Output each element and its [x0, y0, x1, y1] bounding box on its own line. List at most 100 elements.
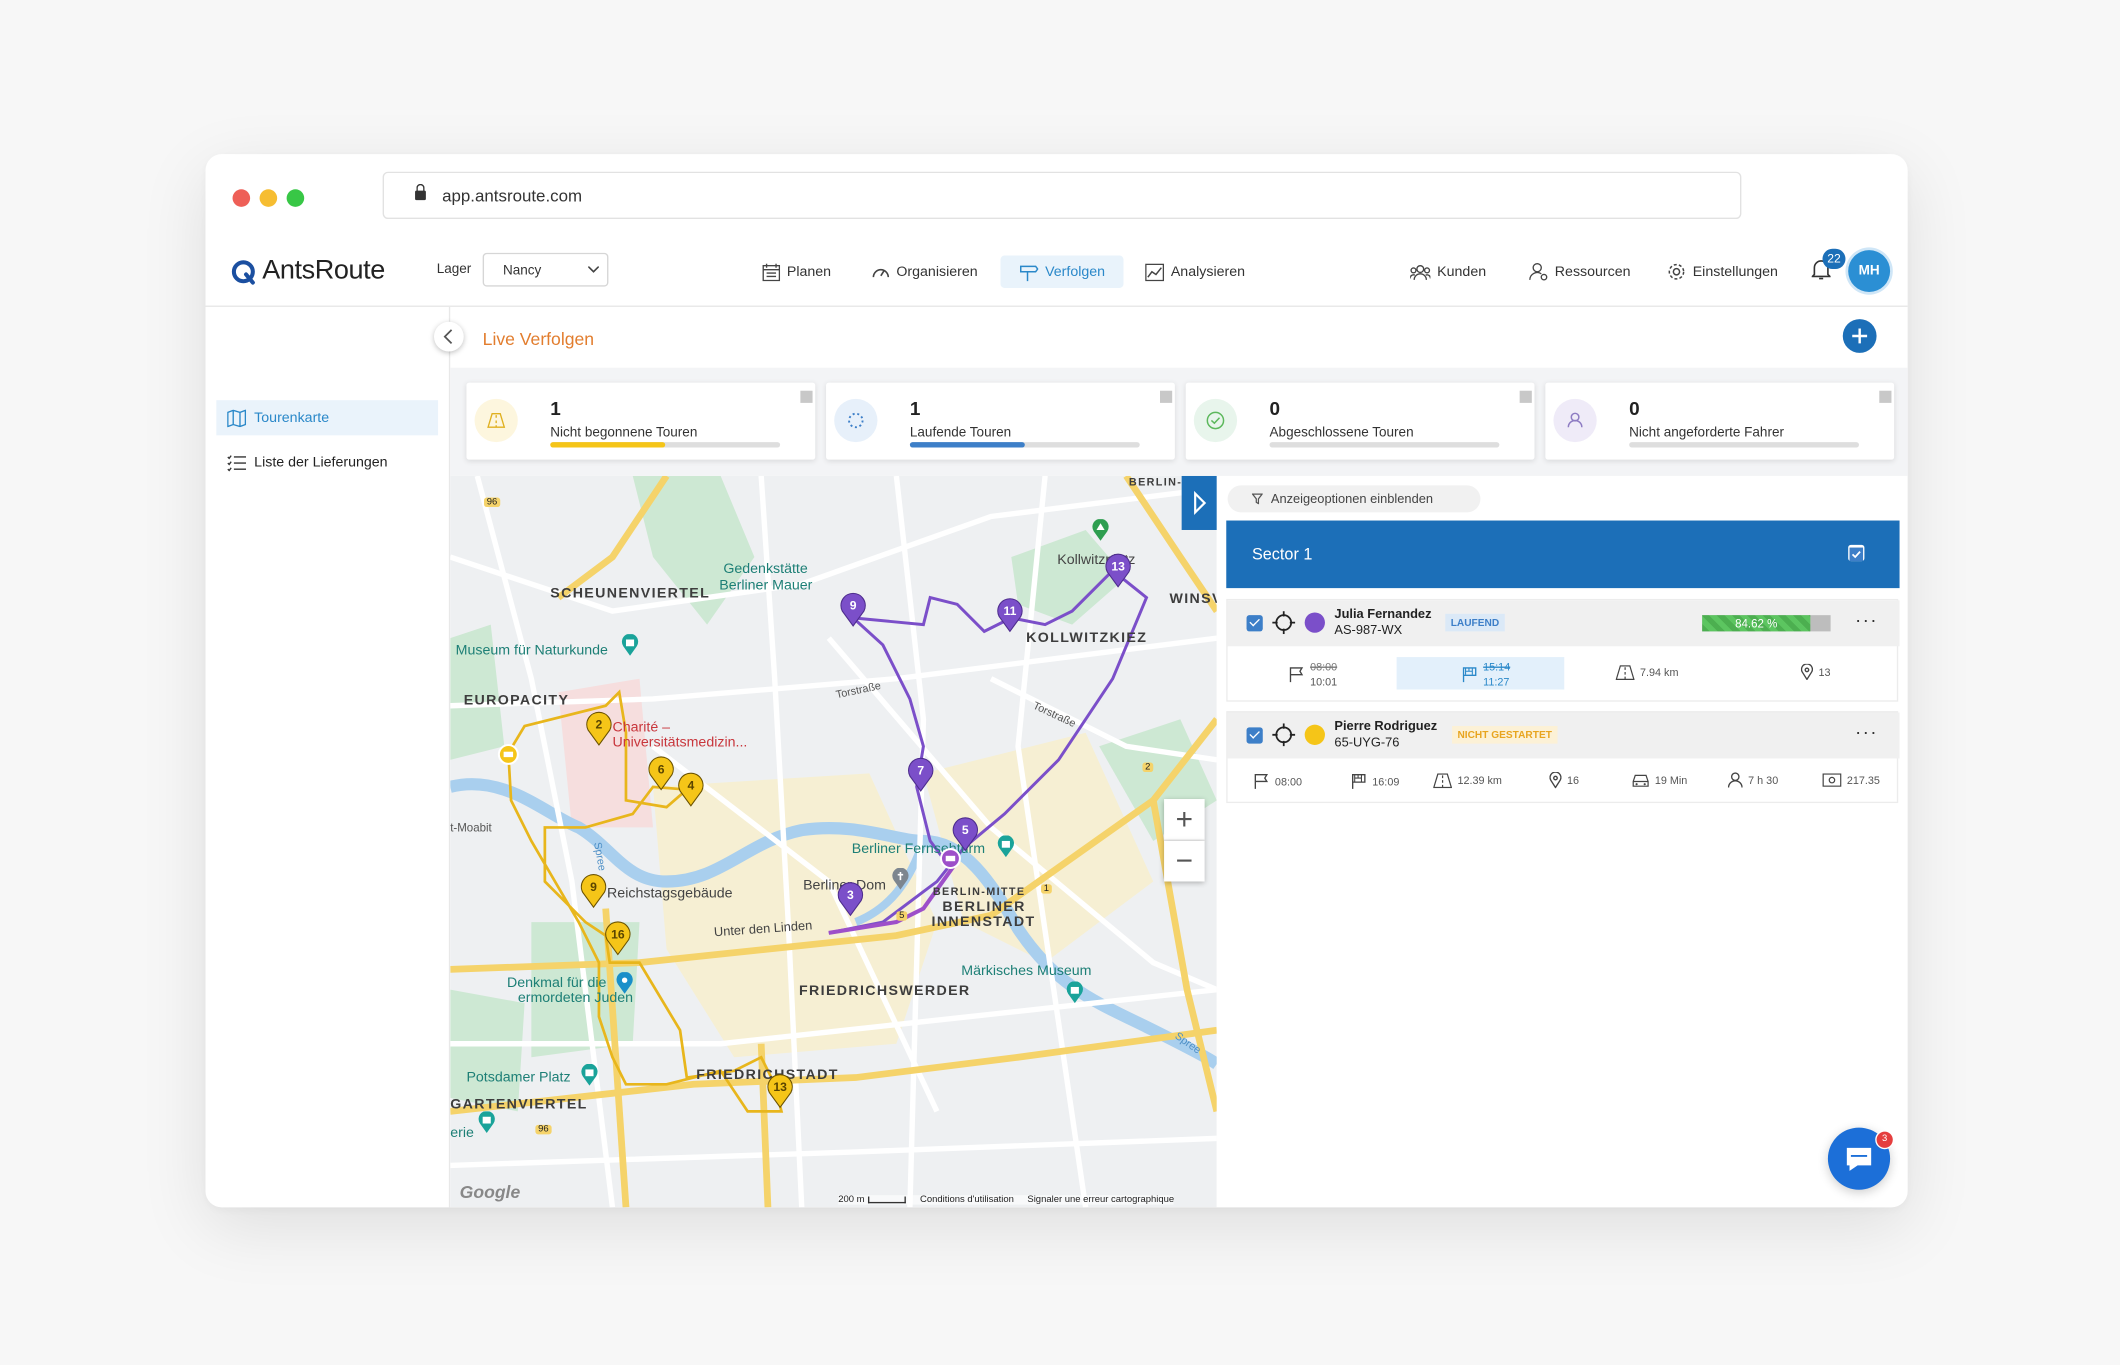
tour-checkbox[interactable]: [1246, 727, 1263, 744]
tour-map[interactable]: SCHEUNENVIERTEL EUROPACITY FRIEDRICHSWER…: [450, 475, 1217, 1208]
crosshair-icon[interactable]: [1272, 723, 1296, 747]
tour-end-stat: 15:14 11:27: [1462, 660, 1510, 690]
kpi-not-started[interactable]: 1 Nicht begonnene Touren: [466, 382, 816, 460]
tour-header: [1227, 712, 1900, 759]
tour-end: 16:09: [1372, 775, 1400, 788]
kpi-corner-marker: [800, 390, 813, 403]
minimize-window-button[interactable]: [259, 189, 278, 207]
terms-link[interactable]: Conditions d'utilisation: [920, 1195, 1014, 1204]
scale-bar: [868, 1196, 907, 1204]
zoom-out-button[interactable]: −: [1164, 840, 1205, 882]
check-icon: [1849, 547, 1864, 562]
sector-checkbox[interactable]: [1848, 544, 1865, 562]
sidebar-item-tour-map[interactable]: Tourenkarte: [216, 400, 439, 436]
maximize-window-button[interactable]: [286, 189, 305, 207]
tour-checkbox[interactable]: [1246, 615, 1263, 632]
depot-select[interactable]: Nancy: [482, 252, 609, 287]
map-label: INNENSTADT: [931, 913, 1036, 931]
tour-stop-marker[interactable]: 11: [996, 598, 1023, 640]
tour-stop-marker[interactable]: 3: [837, 882, 864, 924]
toggle-panel-button[interactable]: [1181, 475, 1217, 530]
nav-organize[interactable]: Organisieren: [872, 256, 978, 288]
nav-customers-label: Kunden: [1437, 263, 1487, 280]
tour-card-pierre[interactable]: Pierre Rodriguez 65-UYG-76 NICHT GESTART…: [1226, 711, 1900, 804]
chevron-down-icon: [588, 266, 599, 273]
status-badge: NICHT GESTARTET: [1452, 726, 1558, 744]
tour-stop-marker[interactable]: 13: [767, 1073, 794, 1115]
stop-number: 9: [590, 880, 597, 894]
tour-distance-stat: 7.94 km: [1615, 665, 1678, 680]
depot-label: Lager: [436, 262, 472, 278]
tour-work-time-stat: 7 h 30: [1727, 772, 1778, 788]
nav-track-label: Verfolgen: [1045, 263, 1106, 280]
road-number: 96: [535, 1124, 552, 1135]
tour-card-julia[interactable]: Julia Fernandez AS-987-WX LAUFEND 84.62 …: [1226, 598, 1900, 702]
tour-stop-marker[interactable]: 6: [648, 756, 675, 798]
nav-analyze[interactable]: Analysieren: [1145, 256, 1245, 288]
stop-number: 13: [1111, 560, 1125, 574]
nav-settings[interactable]: Einstellungen: [1667, 256, 1778, 288]
avatar[interactable]: MH: [1848, 250, 1891, 293]
car-icon: [1632, 774, 1649, 787]
map-label: BERLIN-MITTE: [932, 885, 1026, 898]
tour-distance-stat: 12.39 km: [1433, 773, 1502, 789]
crosshair-icon[interactable]: [1272, 611, 1296, 635]
tour-end-stat: 16:09: [1351, 773, 1400, 789]
tour-stop-marker[interactable]: 9: [580, 873, 607, 915]
sector-header[interactable]: Sector 1: [1226, 520, 1900, 589]
nav-resources[interactable]: Ressourcen: [1529, 256, 1631, 288]
kpi-value: 1: [909, 397, 921, 420]
check-circle-icon: [1193, 398, 1238, 443]
sidebar-item-deliveries[interactable]: Liste der Lieferungen: [216, 445, 438, 480]
gauge-icon: [872, 268, 890, 277]
gallery-pin-icon: [478, 1111, 495, 1133]
flag-icon: [1254, 774, 1269, 789]
landmark-pin-icon: [997, 835, 1014, 858]
app-logo[interactable]: AntsRoute: [230, 256, 385, 287]
nav-plan[interactable]: Planen: [762, 256, 831, 288]
tour-color-dot: [1304, 724, 1325, 745]
add-button[interactable]: [1842, 319, 1877, 353]
map-poi-label: Museum für Naturkunde: [455, 642, 608, 659]
nav-customers[interactable]: Kunden: [1410, 256, 1486, 288]
stop-number: 11: [1004, 604, 1017, 618]
tour-stop-marker[interactable]: 2: [585, 711, 612, 753]
minus-icon: −: [1175, 843, 1194, 878]
checklist-icon: [227, 454, 247, 471]
tour-stop-marker[interactable]: 9: [840, 592, 867, 634]
signpost-icon: [1020, 264, 1039, 281]
gear-icon: [1668, 263, 1685, 280]
start-actual: 10:01: [1310, 676, 1338, 689]
map-label: erie: [450, 1124, 474, 1142]
more-menu-button[interactable]: ···: [1855, 721, 1878, 743]
kpi-unrequested-drivers[interactable]: 0 Nicht angeforderte Fahrer: [1545, 382, 1895, 460]
report-error-link[interactable]: Signaler une erreur cartographique: [1027, 1195, 1174, 1204]
address-bar[interactable]: app.antsroute.com: [382, 171, 1742, 220]
tour-stop-marker[interactable]: 16: [604, 921, 631, 963]
display-options-button[interactable]: Anzeigeoptionen einblenden: [1227, 485, 1481, 513]
kpi-completed[interactable]: 0 Abgeschlossene Touren: [1185, 382, 1535, 460]
map-poi-label: Märkisches Museum: [961, 962, 1092, 979]
stop-number: 13: [773, 1080, 787, 1094]
user-icon: [1553, 398, 1597, 443]
more-menu-button[interactable]: ···: [1855, 608, 1878, 630]
lock-icon: [415, 183, 426, 201]
tour-stop-marker[interactable]: 4: [677, 772, 704, 814]
map-footer: 200 m Conditions d'utilisation Signaler …: [838, 1195, 1175, 1205]
logo-text: AntsRoute: [262, 255, 385, 286]
collapse-sidebar-button[interactable]: [433, 321, 464, 352]
notification-count: 22: [1827, 251, 1841, 265]
nav-track[interactable]: Verfolgen: [1000, 255, 1125, 288]
zoom-in-button[interactable]: +: [1164, 799, 1205, 841]
road-icon: [1433, 773, 1453, 789]
tour-stop-marker[interactable]: 5: [952, 817, 979, 859]
tour-stop-marker[interactable]: 7: [907, 757, 934, 799]
tour-cost-stat: 217.35: [1822, 773, 1880, 787]
map-label: t-Moabit: [450, 820, 492, 835]
map-scale: 200 m: [838, 1195, 865, 1205]
kpi-running[interactable]: 1 Laufende Touren: [826, 382, 1175, 460]
tour-stop-marker[interactable]: 13: [1105, 553, 1132, 595]
map-poi-label: Universitätsmedizin...: [612, 734, 748, 751]
user-gear-icon: [1529, 262, 1548, 281]
close-window-button[interactable]: [232, 189, 251, 207]
